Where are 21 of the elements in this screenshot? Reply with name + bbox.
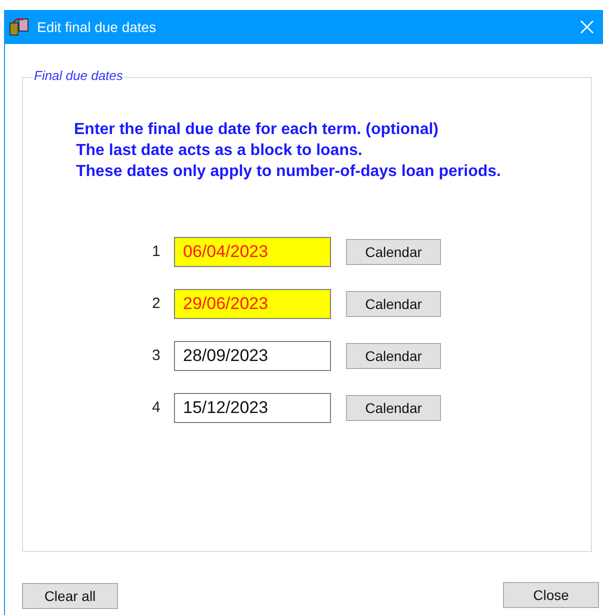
term-number: 4	[152, 398, 162, 418]
calendar-button[interactable]: Calendar	[346, 343, 441, 369]
instruction-text: These dates only apply to number-of-days loan periods.	[75, 162, 502, 182]
clear-all-button[interactable]: Clear all	[22, 583, 118, 609]
close-button[interactable]: Close	[503, 582, 599, 608]
calendar-button[interactable]: Calendar	[346, 291, 441, 317]
close-icon[interactable]	[580, 20, 594, 34]
instruction-text: Enter the final due date for each term. (optional)	[74, 120, 440, 140]
app-icon	[9, 17, 31, 37]
date-field[interactable]: 28/09/2023	[174, 341, 331, 371]
instruction-text: The last date acts as a block to loans.	[75, 141, 364, 161]
calendar-button[interactable]: Calendar	[346, 395, 441, 421]
date-field[interactable]: 29/06/2023	[174, 289, 331, 319]
term-number: 2	[152, 294, 162, 314]
group-title: Final due dates	[33, 69, 124, 82]
term-number: 3	[152, 346, 162, 366]
date-field[interactable]: 06/04/2023	[174, 237, 331, 267]
calendar-button[interactable]: Calendar	[346, 239, 441, 265]
date-field[interactable]: 15/12/2023	[174, 393, 331, 423]
term-number: 1	[152, 242, 162, 262]
window-title: Edit final due dates	[37, 18, 156, 36]
